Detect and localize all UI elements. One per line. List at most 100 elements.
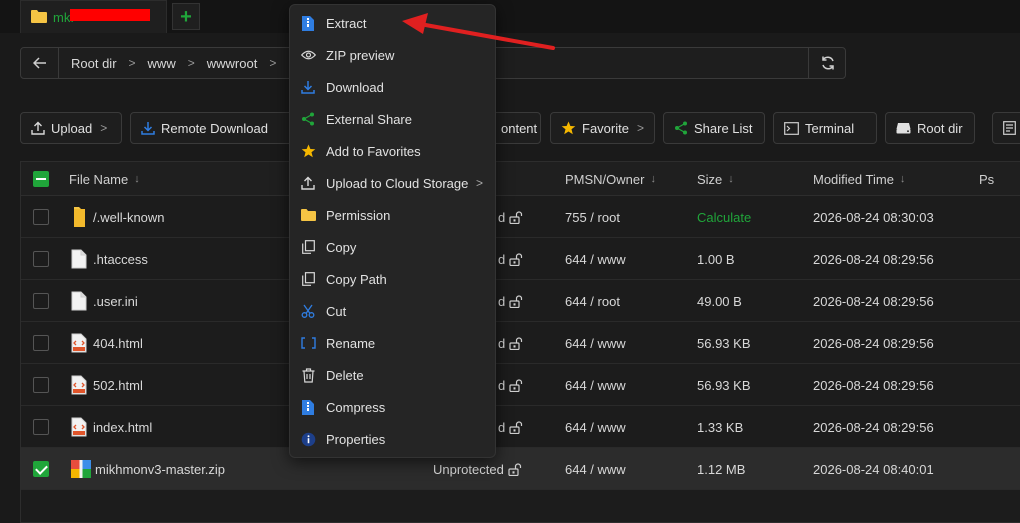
size-cell: 1.00 B bbox=[697, 251, 735, 267]
size-cell: 56.93 KB bbox=[697, 377, 751, 393]
file-name-cell[interactable]: 404.html bbox=[71, 322, 143, 364]
breadcrumb-www[interactable]: www bbox=[142, 56, 182, 71]
row-checkbox[interactable] bbox=[33, 377, 49, 393]
breadcrumb-root[interactable]: Root dir bbox=[65, 56, 123, 71]
file-name-cell[interactable]: .htaccess bbox=[71, 238, 148, 280]
arrow-left-icon bbox=[32, 57, 46, 69]
add-tab-button[interactable]: + bbox=[172, 3, 200, 30]
row-checkbox[interactable] bbox=[33, 251, 49, 267]
file-name-cell[interactable]: mikhmonv3-master.zip bbox=[71, 448, 225, 490]
menu-item-upload-cloud[interactable]: Upload to Cloud Storage > bbox=[290, 167, 495, 199]
menu-item-external-share[interactable]: External Share bbox=[290, 103, 495, 135]
unlock-icon bbox=[509, 294, 523, 308]
header-modified-time[interactable]: Modified Time ↓ bbox=[813, 162, 905, 196]
permission-cell[interactable]: 755 / root bbox=[565, 196, 620, 238]
menu-item-cut[interactable]: Cut bbox=[290, 295, 495, 327]
table-row[interactable]: .user.ini d 644 / root 49.00 B 2026-08-2… bbox=[21, 280, 1020, 322]
terminal-button[interactable]: Terminal bbox=[773, 112, 877, 144]
rename-icon bbox=[300, 335, 316, 351]
unlock-icon bbox=[509, 210, 523, 224]
upload-button[interactable]: Upload > bbox=[20, 112, 122, 144]
permission-cell[interactable]: 644 / www bbox=[565, 238, 626, 280]
permission-cell[interactable]: 644 / www bbox=[565, 448, 626, 490]
header-permission[interactable]: PMSN/Owner ↓ bbox=[565, 162, 656, 196]
header-ps[interactable]: Ps bbox=[979, 162, 994, 196]
row-checkbox[interactable] bbox=[33, 335, 49, 351]
file-name-cell[interactable]: /.well-known bbox=[71, 196, 165, 238]
breadcrumb: Root dir > www > wwwroot > m bbox=[59, 56, 305, 71]
modified-time-cell: 2026-08-24 08:30:03 bbox=[813, 209, 934, 225]
unlock-icon bbox=[509, 378, 523, 392]
menu-item-delete[interactable]: Delete bbox=[290, 359, 495, 391]
protect-cell[interactable]: d bbox=[498, 280, 523, 322]
favorite-button[interactable]: Favorite > bbox=[550, 112, 655, 144]
protect-cell[interactable]: d bbox=[498, 322, 523, 364]
menu-item-compress[interactable]: Compress bbox=[290, 391, 495, 423]
row-checkbox[interactable] bbox=[33, 419, 49, 435]
breadcrumb-wwwroot[interactable]: wwwroot bbox=[201, 56, 264, 71]
file-name-cell[interactable]: .user.ini bbox=[71, 280, 138, 322]
chevron-right-icon: > bbox=[269, 56, 277, 70]
remote-download-button[interactable]: Remote Download bbox=[130, 112, 298, 144]
permission-cell[interactable]: 644 / root bbox=[565, 280, 620, 322]
row-checkbox-checked[interactable] bbox=[33, 461, 49, 477]
menu-item-permission[interactable]: Permission bbox=[290, 199, 495, 231]
terminal-icon bbox=[784, 121, 799, 135]
chevron-right-icon: > bbox=[475, 176, 483, 190]
table-row[interactable]: /.well-known d 755 / root Calculate 2026… bbox=[21, 196, 1020, 238]
table-row[interactable]: 502.html d 644 / www 56.93 KB 2026-08-24… bbox=[21, 364, 1020, 406]
menu-item-zip-preview[interactable]: ZIP preview bbox=[290, 39, 495, 71]
more-toolbar-button[interactable] bbox=[992, 112, 1020, 144]
unlock-icon bbox=[508, 462, 522, 476]
table-row-selected[interactable]: mikhmonv3-master.zip Unprotected 644 / w… bbox=[21, 448, 1020, 490]
menu-item-extract[interactable]: Extract bbox=[290, 7, 495, 39]
refresh-icon bbox=[821, 56, 834, 70]
permission-cell[interactable]: 644 / www bbox=[565, 406, 626, 448]
modified-time-cell: 2026-08-24 08:29:56 bbox=[813, 335, 934, 351]
folder-icon bbox=[71, 205, 93, 229]
share-list-button[interactable]: Share List bbox=[663, 112, 765, 144]
refresh-button[interactable] bbox=[808, 48, 846, 78]
unlock-icon bbox=[509, 420, 523, 434]
table-row[interactable]: index.html d 644 / www 1.33 KB 2026-08-2… bbox=[21, 406, 1020, 448]
copy-icon bbox=[300, 239, 316, 255]
row-checkbox[interactable] bbox=[33, 209, 49, 225]
header-size[interactable]: Size ↓ bbox=[697, 162, 734, 196]
back-button[interactable] bbox=[21, 48, 59, 78]
size-calculate-link[interactable]: Calculate bbox=[697, 196, 751, 238]
menu-item-add-favorites[interactable]: Add to Favorites bbox=[290, 135, 495, 167]
unlock-icon bbox=[509, 336, 523, 350]
sort-arrow-icon: ↓ bbox=[650, 173, 656, 185]
protect-cell[interactable]: d bbox=[498, 406, 523, 448]
row-checkbox[interactable] bbox=[33, 293, 49, 309]
file-icon bbox=[71, 291, 87, 311]
trash-icon bbox=[300, 367, 316, 383]
protect-cell[interactable]: d bbox=[498, 238, 523, 280]
permission-cell[interactable]: 644 / www bbox=[565, 322, 626, 364]
table-row[interactable]: 404.html d 644 / www 56.93 KB 2026-08-24… bbox=[21, 322, 1020, 364]
upload-icon bbox=[300, 175, 316, 191]
table-row[interactable]: .htaccess d 644 / www 1.00 B 2026-08-24 … bbox=[21, 238, 1020, 280]
upload-icon bbox=[31, 121, 45, 135]
sort-arrow-icon: ↓ bbox=[899, 173, 906, 185]
toolbar: Upload > Remote Download ontent Favorite >… bbox=[20, 112, 1020, 144]
menu-item-rename[interactable]: Rename bbox=[290, 327, 495, 359]
permission-cell[interactable]: 644 / www bbox=[565, 364, 626, 406]
header-file-name[interactable]: File Name ↓ bbox=[69, 162, 140, 196]
menu-item-properties[interactable]: Properties bbox=[290, 423, 495, 455]
protect-cell[interactable]: d bbox=[498, 364, 523, 406]
file-name-cell[interactable]: 502.html bbox=[71, 364, 143, 406]
folder-icon bbox=[31, 9, 47, 26]
size-cell: 56.93 KB bbox=[697, 335, 751, 351]
modified-time-cell: 2026-08-24 08:29:56 bbox=[813, 377, 934, 393]
protect-cell[interactable]: d bbox=[498, 196, 523, 238]
file-name-cell[interactable]: index.html bbox=[71, 406, 152, 448]
modified-time-cell: 2026-08-24 08:29:56 bbox=[813, 419, 934, 435]
root-dir-button[interactable]: Root dir bbox=[885, 112, 975, 144]
table-header: File Name ↓ PMSN/Owner ↓ Size ↓ Modified Ti… bbox=[21, 162, 1020, 196]
select-all-checkbox[interactable] bbox=[33, 171, 49, 187]
context-menu: Extract ZIP preview Download External Sh… bbox=[289, 4, 496, 458]
menu-item-copy-path[interactable]: Copy Path bbox=[290, 263, 495, 295]
menu-item-copy[interactable]: Copy bbox=[290, 231, 495, 263]
menu-item-download[interactable]: Download bbox=[290, 71, 495, 103]
